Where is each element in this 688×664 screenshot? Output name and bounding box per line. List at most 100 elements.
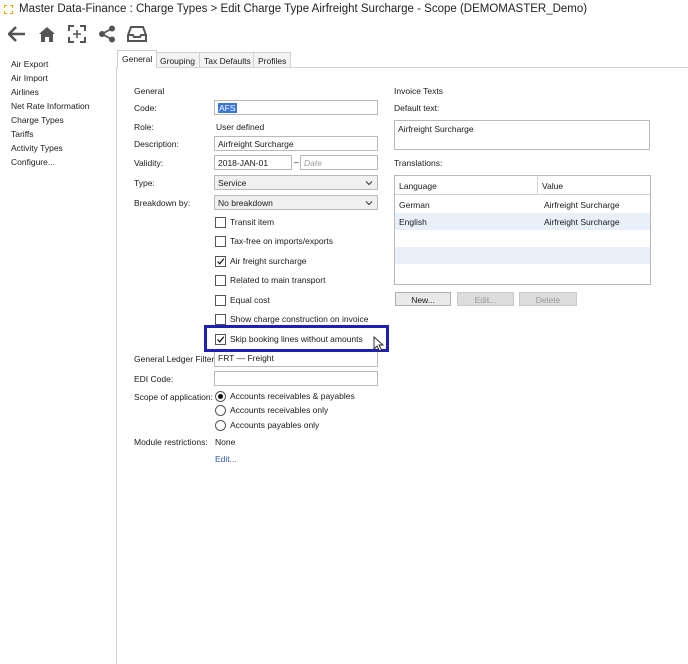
- checkbox-label: Show charge construction on invoice: [230, 314, 369, 324]
- invoice-texts-title: Invoice Texts: [394, 86, 443, 96]
- scope-label: Scope of application:: [134, 392, 213, 402]
- home-icon[interactable]: [36, 23, 58, 45]
- checkbox-equal-cost[interactable]: Equal cost: [215, 293, 270, 307]
- table-cell-language: English: [399, 217, 427, 227]
- table-cell-language: German: [399, 200, 430, 210]
- expand-icon[interactable]: [66, 23, 88, 45]
- radio-label: Accounts receivables only: [230, 405, 329, 415]
- gl-filter-field[interactable]: FRT — Freight: [214, 352, 378, 367]
- sidebar-item-tariffs[interactable]: Tariffs: [11, 129, 34, 139]
- checkbox-box[interactable]: [215, 333, 226, 345]
- description-label: Description:: [134, 139, 179, 149]
- checkbox-box[interactable]: [215, 235, 226, 247]
- inbox-icon[interactable]: [126, 23, 148, 45]
- tab-general[interactable]: General: [117, 50, 158, 68]
- breakdown-label: Breakdown by:: [134, 198, 191, 208]
- title-bar: Master Data-Finance : Charge Types > Edi…: [0, 0, 688, 20]
- radio-label: Accounts receivables & payables: [230, 391, 355, 401]
- sidebar-item-charge-types[interactable]: Charge Types: [11, 115, 64, 125]
- share-icon[interactable]: [96, 23, 118, 45]
- checkbox-skip-booking-lines[interactable]: Skip booking lines without amounts: [215, 332, 363, 346]
- column-header-value[interactable]: Value: [542, 181, 563, 191]
- checkbox-tax-free[interactable]: Tax-free on imports/exports: [215, 234, 333, 248]
- checkbox-label: Equal cost: [230, 295, 270, 305]
- type-label: Type:: [134, 178, 155, 188]
- table-row-empty: [395, 264, 650, 281]
- checkmark-icon: [217, 335, 225, 343]
- new-translation-button[interactable]: New...: [395, 292, 451, 306]
- sidebar: Air Export Air Import Airlines Net Rate …: [0, 55, 116, 664]
- chevron-down-icon: [365, 181, 373, 186]
- translations-label: Translations:: [394, 158, 443, 168]
- table-cell-value: Airfreight Surcharge: [544, 200, 620, 210]
- checkbox-box[interactable]: [215, 294, 226, 306]
- radio-label: Accounts payables only: [230, 420, 320, 430]
- checkbox-show-charge-construction[interactable]: Show charge construction on invoice: [215, 312, 368, 326]
- edi-code-field[interactable]: [214, 371, 378, 386]
- breakdown-select-value: No breakdown: [218, 198, 273, 208]
- validity-separator: –: [294, 157, 299, 167]
- validity-to-field[interactable]: Date: [300, 155, 378, 170]
- checkbox-related-main-transport[interactable]: Related to main transport: [215, 273, 325, 287]
- default-text-label: Default text:: [394, 103, 440, 113]
- radio-scope-receivables-only[interactable]: Accounts receivables only: [215, 403, 328, 417]
- module-edit-link[interactable]: Edit...: [215, 454, 237, 464]
- role-value: User defined: [216, 122, 265, 132]
- code-field[interactable]: AFS: [214, 100, 378, 115]
- gl-filter-label: General Ledger Filter:: [134, 354, 217, 364]
- radio-scope-receivables-payables[interactable]: Accounts receivables & payables: [215, 389, 355, 403]
- type-select[interactable]: Service: [214, 175, 378, 190]
- app-logo-icon: [3, 4, 14, 15]
- tab-grouping[interactable]: Grouping: [155, 52, 200, 68]
- toolbar: [0, 20, 688, 48]
- checkbox-label: Related to main transport: [230, 275, 326, 285]
- sidebar-item-net-rate-information[interactable]: Net Rate Information: [11, 101, 89, 111]
- form-panel: [116, 67, 688, 664]
- back-arrow-icon[interactable]: [6, 23, 28, 45]
- validity-label: Validity:: [134, 158, 164, 168]
- sidebar-item-activity-types[interactable]: Activity Types: [11, 143, 63, 153]
- checkbox-transit-item[interactable]: Transit item: [215, 215, 274, 229]
- column-header-language[interactable]: Language: [399, 181, 437, 191]
- module-restrictions-value: None: [215, 437, 236, 447]
- description-field[interactable]: Airfreight Surcharge: [214, 136, 378, 151]
- role-label: Role:: [134, 122, 154, 132]
- checkbox-box[interactable]: [215, 255, 226, 267]
- checkbox-air-freight-surcharge[interactable]: Air freight surcharge: [215, 254, 307, 268]
- breakdown-select[interactable]: No breakdown: [214, 195, 378, 210]
- checkbox-box[interactable]: [215, 216, 226, 228]
- code-label: Code:: [134, 103, 157, 113]
- table-cell-value: Airfreight Surcharge: [544, 217, 620, 227]
- checkmark-icon: [217, 257, 225, 265]
- default-text-field[interactable]: Airfreight Surcharge: [394, 120, 650, 150]
- table-header: Language Value: [395, 176, 650, 195]
- delete-translation-button[interactable]: Delete: [519, 292, 577, 306]
- column-divider: [537, 176, 538, 195]
- tab-profiles[interactable]: Profiles: [253, 52, 292, 68]
- table-row[interactable]: English Airfreight Surcharge: [395, 213, 650, 230]
- chevron-down-icon: [365, 201, 373, 206]
- radio-button[interactable]: [215, 390, 226, 402]
- module-restrictions-label: Module restrictions:: [134, 437, 208, 447]
- sidebar-item-air-import[interactable]: Air Import: [11, 73, 48, 83]
- sidebar-item-configure[interactable]: Configure...: [11, 157, 55, 167]
- sidebar-item-airlines[interactable]: Airlines: [11, 87, 39, 97]
- edit-translation-button[interactable]: Edit...: [457, 292, 514, 306]
- checkbox-label: Transit item: [230, 217, 275, 227]
- validity-from-field[interactable]: 2018-JAN-01: [214, 155, 292, 170]
- radio-button[interactable]: [215, 419, 226, 431]
- edi-code-label: EDI Code:: [134, 374, 174, 384]
- checkbox-box[interactable]: [215, 313, 226, 325]
- sidebar-item-air-export[interactable]: Air Export: [11, 59, 48, 69]
- checkbox-label: Skip booking lines without amounts: [230, 334, 363, 344]
- mouse-cursor-icon: [373, 336, 385, 352]
- checkbox-box[interactable]: [215, 274, 226, 286]
- translations-table: Language Value German Airfreight Surchar…: [394, 175, 651, 285]
- radio-button[interactable]: [215, 404, 226, 416]
- table-row-empty: [395, 230, 650, 247]
- radio-scope-payables-only[interactable]: Accounts payables only: [215, 418, 319, 432]
- tab-tax-defaults[interactable]: Tax Defaults: [199, 52, 256, 68]
- checkbox-label: Tax-free on imports/exports: [230, 236, 333, 246]
- general-section-title: General: [134, 86, 165, 96]
- table-row[interactable]: German Airfreight Surcharge: [395, 196, 650, 213]
